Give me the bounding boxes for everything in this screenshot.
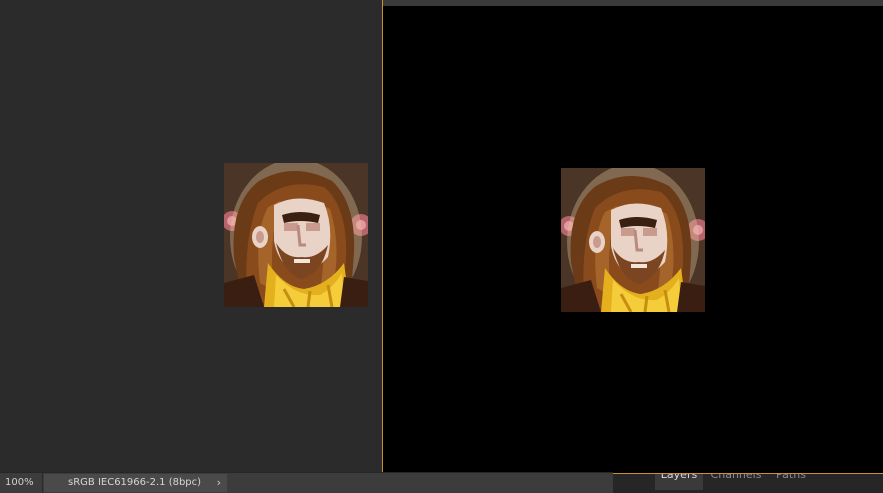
floating-document-window[interactable] xyxy=(382,0,883,474)
photoshop-workspace: Layers Channels Paths 100% sRGB IEC61966… xyxy=(0,0,883,493)
document-profile-text: sRGB IEC61966-2.1 (8bpc) xyxy=(68,477,202,488)
portrait-image-copy xyxy=(561,168,705,312)
pixel-art-portrait xyxy=(224,163,368,307)
chevron-right-icon[interactable]: › xyxy=(217,474,221,492)
document-info-box[interactable]: sRGB IEC61966-2.1 (8bpc) › xyxy=(44,474,227,492)
status-bar: 100% sRGB IEC61966-2.1 (8bpc) › xyxy=(0,472,613,493)
document-canvas-left[interactable] xyxy=(0,0,383,472)
document-canvas-right[interactable] xyxy=(383,6,883,473)
portrait-image xyxy=(224,163,368,307)
pixel-art-portrait-copy xyxy=(561,168,705,312)
zoom-level-field[interactable]: 100% xyxy=(0,473,43,493)
